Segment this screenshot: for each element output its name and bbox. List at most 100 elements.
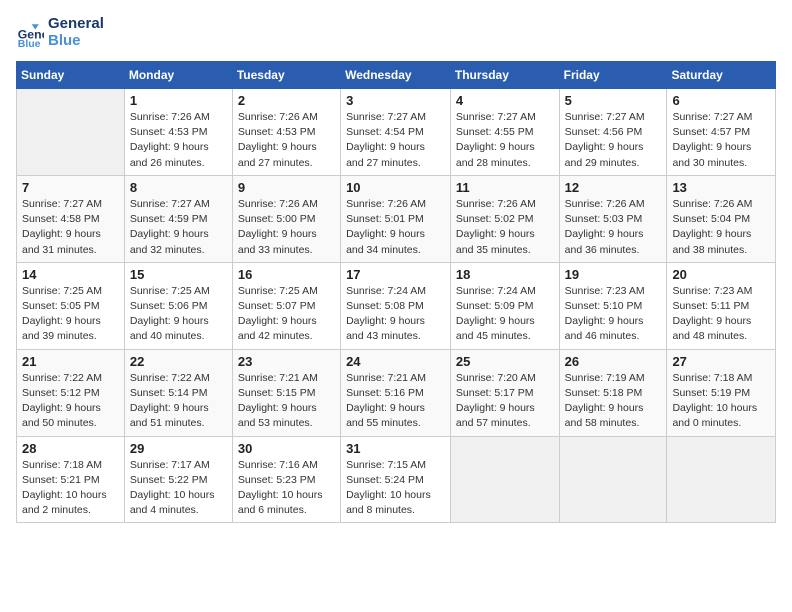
- day-number: 6: [672, 93, 770, 108]
- day-number: 26: [565, 354, 662, 369]
- day-info: Sunrise: 7:15 AM Sunset: 5:24 PM Dayligh…: [346, 458, 445, 519]
- day-number: 5: [565, 93, 662, 108]
- day-info: Sunrise: 7:26 AM Sunset: 5:01 PM Dayligh…: [346, 197, 445, 258]
- day-info: Sunrise: 7:26 AM Sunset: 5:00 PM Dayligh…: [238, 197, 335, 258]
- day-info: Sunrise: 7:26 AM Sunset: 5:04 PM Dayligh…: [672, 197, 770, 258]
- week-row-3: 14 Sunrise: 7:25 AM Sunset: 5:05 PM Dayli…: [17, 262, 776, 349]
- calendar-cell: 10 Sunrise: 7:26 AM Sunset: 5:01 PM Dayli…: [341, 175, 451, 262]
- day-info: Sunrise: 7:27 AM Sunset: 4:55 PM Dayligh…: [456, 110, 554, 171]
- calendar-cell: 15 Sunrise: 7:25 AM Sunset: 5:06 PM Dayli…: [124, 262, 232, 349]
- calendar-cell: 30 Sunrise: 7:16 AM Sunset: 5:23 PM Dayli…: [232, 436, 340, 523]
- day-number: 25: [456, 354, 554, 369]
- calendar-cell: 27 Sunrise: 7:18 AM Sunset: 5:19 PM Dayli…: [667, 349, 776, 436]
- day-number: 22: [130, 354, 227, 369]
- day-number: 4: [456, 93, 554, 108]
- calendar-cell: 23 Sunrise: 7:21 AM Sunset: 5:15 PM Dayli…: [232, 349, 340, 436]
- calendar-cell: 24Sunrise: 7:21 AM Sunset: 5:16 PM Dayli…: [341, 349, 451, 436]
- day-info: Sunrise: 7:27 AM Sunset: 4:58 PM Dayligh…: [22, 197, 119, 258]
- day-info: Sunrise: 7:27 AM Sunset: 4:59 PM Dayligh…: [130, 197, 227, 258]
- calendar-cell: 17 Sunrise: 7:24 AM Sunset: 5:08 PM Dayli…: [341, 262, 451, 349]
- day-number: 12: [565, 180, 662, 195]
- day-number: 16: [238, 267, 335, 282]
- calendar-cell: 21Sunrise: 7:22 AM Sunset: 5:12 PM Dayli…: [17, 349, 125, 436]
- day-number: 10: [346, 180, 445, 195]
- calendar-header: SundayMondayTuesdayWednesdayThursdayFrid…: [17, 62, 776, 89]
- calendar-cell: 14 Sunrise: 7:25 AM Sunset: 5:05 PM Dayli…: [17, 262, 125, 349]
- calendar-cell: 2 Sunrise: 7:26 AM Sunset: 4:53 PM Daylig…: [232, 89, 340, 176]
- day-number: 15: [130, 267, 227, 282]
- day-number: 9: [238, 180, 335, 195]
- day-number: 11: [456, 180, 554, 195]
- day-info: Sunrise: 7:24 AM Sunset: 5:09 PM Dayligh…: [456, 284, 554, 345]
- day-info: Sunrise: 7:26 AM Sunset: 5:02 PM Dayligh…: [456, 197, 554, 258]
- calendar-cell: 20 Sunrise: 7:23 AM Sunset: 5:11 PM Dayli…: [667, 262, 776, 349]
- day-info: Sunrise: 7:23 AM Sunset: 5:10 PM Dayligh…: [565, 284, 662, 345]
- header-day-friday: Friday: [559, 62, 667, 89]
- day-info: Sunrise: 7:19 AM Sunset: 5:18 PM Dayligh…: [565, 371, 662, 432]
- calendar-table: SundayMondayTuesdayWednesdayThursdayFrid…: [16, 61, 776, 523]
- calendar-cell: 6 Sunrise: 7:27 AM Sunset: 4:57 PM Daylig…: [667, 89, 776, 176]
- calendar-cell: 1 Sunrise: 7:26 AM Sunset: 4:53 PM Daylig…: [124, 89, 232, 176]
- calendar-cell: 9 Sunrise: 7:26 AM Sunset: 5:00 PM Daylig…: [232, 175, 340, 262]
- day-number: 18: [456, 267, 554, 282]
- day-number: 13: [672, 180, 770, 195]
- day-info: Sunrise: 7:25 AM Sunset: 5:06 PM Dayligh…: [130, 284, 227, 345]
- day-number: 29: [130, 441, 227, 456]
- day-number: 28: [22, 441, 119, 456]
- calendar-cell: 3Sunrise: 7:27 AM Sunset: 4:54 PM Daylig…: [341, 89, 451, 176]
- calendar-cell: 8 Sunrise: 7:27 AM Sunset: 4:59 PM Daylig…: [124, 175, 232, 262]
- day-info: Sunrise: 7:22 AM Sunset: 5:14 PM Dayligh…: [130, 371, 227, 432]
- day-info: Sunrise: 7:26 AM Sunset: 5:03 PM Dayligh…: [565, 197, 662, 258]
- day-info: Sunrise: 7:24 AM Sunset: 5:08 PM Dayligh…: [346, 284, 445, 345]
- header-day-monday: Monday: [124, 62, 232, 89]
- day-number: 27: [672, 354, 770, 369]
- page-header: General Blue General Blue: [16, 16, 776, 49]
- calendar-cell: 28 Sunrise: 7:18 AM Sunset: 5:21 PM Dayli…: [17, 436, 125, 523]
- day-info: Sunrise: 7:26 AM Sunset: 4:53 PM Dayligh…: [130, 110, 227, 171]
- calendar-cell: 18 Sunrise: 7:24 AM Sunset: 5:09 PM Dayli…: [450, 262, 559, 349]
- day-info: Sunrise: 7:20 AM Sunset: 5:17 PM Dayligh…: [456, 371, 554, 432]
- day-info: Sunrise: 7:18 AM Sunset: 5:19 PM Dayligh…: [672, 371, 770, 432]
- day-number: 14: [22, 267, 119, 282]
- week-row-5: 28 Sunrise: 7:18 AM Sunset: 5:21 PM Dayli…: [17, 436, 776, 523]
- calendar-cell: 25 Sunrise: 7:20 AM Sunset: 5:17 PM Dayli…: [450, 349, 559, 436]
- svg-text:Blue: Blue: [18, 38, 41, 47]
- day-number: 2: [238, 93, 335, 108]
- header-day-sunday: Sunday: [17, 62, 125, 89]
- logo: General Blue General Blue: [16, 16, 104, 49]
- day-info: Sunrise: 7:21 AM Sunset: 5:15 PM Dayligh…: [238, 371, 335, 432]
- day-number: 7: [22, 180, 119, 195]
- day-info: Sunrise: 7:22 AM Sunset: 5:12 PM Dayligh…: [22, 371, 119, 432]
- day-info: Sunrise: 7:26 AM Sunset: 4:53 PM Dayligh…: [238, 110, 335, 171]
- header-day-thursday: Thursday: [450, 62, 559, 89]
- header-row: SundayMondayTuesdayWednesdayThursdayFrid…: [17, 62, 776, 89]
- calendar-cell: [667, 436, 776, 523]
- day-info: Sunrise: 7:25 AM Sunset: 5:05 PM Dayligh…: [22, 284, 119, 345]
- header-day-saturday: Saturday: [667, 62, 776, 89]
- calendar-cell: 26 Sunrise: 7:19 AM Sunset: 5:18 PM Dayli…: [559, 349, 667, 436]
- calendar-cell: 5 Sunrise: 7:27 AM Sunset: 4:56 PM Daylig…: [559, 89, 667, 176]
- day-info: Sunrise: 7:18 AM Sunset: 5:21 PM Dayligh…: [22, 458, 119, 519]
- calendar-cell: [17, 89, 125, 176]
- day-info: Sunrise: 7:16 AM Sunset: 5:23 PM Dayligh…: [238, 458, 335, 519]
- day-number: 30: [238, 441, 335, 456]
- day-number: 1: [130, 93, 227, 108]
- day-number: 24: [346, 354, 445, 369]
- day-number: 31: [346, 441, 445, 456]
- day-number: 8: [130, 180, 227, 195]
- week-row-1: 1 Sunrise: 7:26 AM Sunset: 4:53 PM Daylig…: [17, 89, 776, 176]
- day-info: Sunrise: 7:27 AM Sunset: 4:57 PM Dayligh…: [672, 110, 770, 171]
- logo-icon: General Blue: [16, 19, 44, 47]
- calendar-cell: [559, 436, 667, 523]
- week-row-4: 21Sunrise: 7:22 AM Sunset: 5:12 PM Dayli…: [17, 349, 776, 436]
- calendar-cell: 11 Sunrise: 7:26 AM Sunset: 5:02 PM Dayli…: [450, 175, 559, 262]
- day-number: 20: [672, 267, 770, 282]
- logo-blue: Blue: [48, 33, 104, 50]
- day-number: 23: [238, 354, 335, 369]
- day-info: Sunrise: 7:27 AM Sunset: 4:56 PM Dayligh…: [565, 110, 662, 171]
- day-info: Sunrise: 7:27 AM Sunset: 4:54 PM Dayligh…: [346, 110, 445, 171]
- calendar-cell: 29Sunrise: 7:17 AM Sunset: 5:22 PM Dayli…: [124, 436, 232, 523]
- day-number: 19: [565, 267, 662, 282]
- day-info: Sunrise: 7:23 AM Sunset: 5:11 PM Dayligh…: [672, 284, 770, 345]
- day-number: 17: [346, 267, 445, 282]
